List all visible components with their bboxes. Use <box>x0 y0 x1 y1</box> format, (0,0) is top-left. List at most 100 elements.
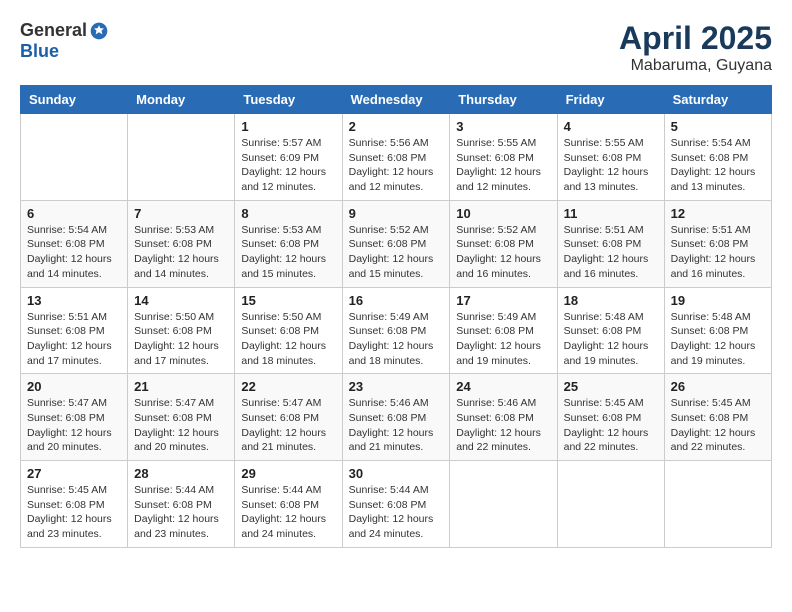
calendar-cell: 9Sunrise: 5:52 AM Sunset: 6:08 PM Daylig… <box>342 200 450 287</box>
day-number: 20 <box>27 379 121 394</box>
calendar-cell: 21 Sunrise: 5:47 AM Sunset: 6:08 PM Dayli… <box>128 374 235 461</box>
day-info: Sunrise: 5:51 AM Sunset: 6:08 PM Dayligh… <box>564 223 658 282</box>
day-info: Sunrise: 5:52 AM Sunset: 6:08 PM Dayligh… <box>349 223 444 282</box>
day-number: 30 <box>349 466 444 481</box>
calendar-cell <box>128 114 235 201</box>
day-info: Sunrise: 5:47 AM Sunset: 6:08 PM Dayligh… <box>27 396 121 455</box>
day-info: Sunrise: 5:46 AM Sunset: 6:08 PM Dayligh… <box>456 396 550 455</box>
day-info: Sunrise: 5:44 AM Sunset: 6:08 PM Dayligh… <box>241 483 335 542</box>
day-number: 1 <box>241 119 335 134</box>
weekday-header-friday: Friday <box>557 86 664 114</box>
day-info: Sunrise: 5:44 AM Sunset: 6:08 PM Dayligh… <box>134 483 228 542</box>
day-number: 3 <box>456 119 550 134</box>
calendar-cell: 30 Sunrise: 5:44 AM Sunset: 6:08 PM Dayli… <box>342 461 450 548</box>
day-info: Sunrise: 5:49 AM Sunset: 6:08 PM Dayligh… <box>456 310 550 369</box>
day-info: Sunrise: 5:54 AM Sunset: 6:08 PM Dayligh… <box>27 223 121 282</box>
week-row-1: 1 Sunrise: 5:57 AM Sunset: 6:09 PM Daylig… <box>21 114 772 201</box>
day-number: 10 <box>456 206 550 221</box>
day-info: Sunrise: 5:47 AM Sunset: 6:08 PM Dayligh… <box>241 396 335 455</box>
day-number: 26 <box>671 379 765 394</box>
weekday-header-monday: Monday <box>128 86 235 114</box>
location-title: Mabaruma, Guyana <box>619 57 772 75</box>
logo-general: General <box>20 20 87 41</box>
weekday-header-row: SundayMondayTuesdayWednesdayThursdayFrid… <box>21 86 772 114</box>
day-number: 14 <box>134 293 228 308</box>
title-area: April 2025 Mabaruma, Guyana <box>619 20 772 75</box>
day-info: Sunrise: 5:48 AM Sunset: 6:08 PM Dayligh… <box>671 310 765 369</box>
calendar-cell: 20 Sunrise: 5:47 AM Sunset: 6:08 PM Dayli… <box>21 374 128 461</box>
day-number: 5 <box>671 119 765 134</box>
weekday-header-saturday: Saturday <box>664 86 771 114</box>
week-row-2: 6 Sunrise: 5:54 AM Sunset: 6:08 PM Daylig… <box>21 200 772 287</box>
logo-blue: Blue <box>20 41 59 62</box>
day-info: Sunrise: 5:53 AM Sunset: 6:08 PM Dayligh… <box>134 223 228 282</box>
calendar-cell <box>450 461 557 548</box>
calendar-cell: 5 Sunrise: 5:54 AM Sunset: 6:08 PM Daylig… <box>664 114 771 201</box>
day-number: 6 <box>27 206 121 221</box>
month-title: April 2025 <box>619 20 772 57</box>
calendar-cell: 1 Sunrise: 5:57 AM Sunset: 6:09 PM Daylig… <box>235 114 342 201</box>
calendar-cell: 18 Sunrise: 5:48 AM Sunset: 6:08 PM Dayli… <box>557 287 664 374</box>
calendar-cell: 13Sunrise: 5:51 AM Sunset: 6:08 PM Dayli… <box>21 287 128 374</box>
calendar-cell: 22 Sunrise: 5:47 AM Sunset: 6:08 PM Dayli… <box>235 374 342 461</box>
day-info: Sunrise: 5:46 AM Sunset: 6:08 PM Dayligh… <box>349 396 444 455</box>
calendar-cell: 15 Sunrise: 5:50 AM Sunset: 6:08 PM Dayli… <box>235 287 342 374</box>
weekday-header-thursday: Thursday <box>450 86 557 114</box>
calendar-cell: 14 Sunrise: 5:50 AM Sunset: 6:08 PM Dayli… <box>128 287 235 374</box>
day-info: Sunrise: 5:55 AM Sunset: 6:08 PM Dayligh… <box>456 136 550 195</box>
day-info: Sunrise: 5:52 AM Sunset: 6:08 PM Dayligh… <box>456 223 550 282</box>
calendar-cell <box>557 461 664 548</box>
calendar-cell <box>664 461 771 548</box>
calendar-cell: 10 Sunrise: 5:52 AM Sunset: 6:08 PM Dayli… <box>450 200 557 287</box>
calendar-cell: 29 Sunrise: 5:44 AM Sunset: 6:08 PM Dayli… <box>235 461 342 548</box>
day-info: Sunrise: 5:48 AM Sunset: 6:08 PM Dayligh… <box>564 310 658 369</box>
calendar-cell: 4Sunrise: 5:55 AM Sunset: 6:08 PM Daylig… <box>557 114 664 201</box>
day-number: 2 <box>349 119 444 134</box>
day-number: 24 <box>456 379 550 394</box>
day-number: 12 <box>671 206 765 221</box>
day-number: 15 <box>241 293 335 308</box>
calendar-cell: 6 Sunrise: 5:54 AM Sunset: 6:08 PM Daylig… <box>21 200 128 287</box>
day-number: 27 <box>27 466 121 481</box>
day-number: 21 <box>134 379 228 394</box>
day-number: 19 <box>671 293 765 308</box>
day-number: 28 <box>134 466 228 481</box>
weekday-header-sunday: Sunday <box>21 86 128 114</box>
day-number: 25 <box>564 379 658 394</box>
day-number: 8 <box>241 206 335 221</box>
logo: General Blue <box>20 20 109 62</box>
week-row-3: 13Sunrise: 5:51 AM Sunset: 6:08 PM Dayli… <box>21 287 772 374</box>
logo-icon <box>89 21 109 41</box>
day-info: Sunrise: 5:47 AM Sunset: 6:08 PM Dayligh… <box>134 396 228 455</box>
calendar-cell: 27 Sunrise: 5:45 AM Sunset: 6:08 PM Dayli… <box>21 461 128 548</box>
calendar-cell: 17 Sunrise: 5:49 AM Sunset: 6:08 PM Dayli… <box>450 287 557 374</box>
calendar-cell: 2 Sunrise: 5:56 AM Sunset: 6:08 PM Daylig… <box>342 114 450 201</box>
day-number: 18 <box>564 293 658 308</box>
day-info: Sunrise: 5:54 AM Sunset: 6:08 PM Dayligh… <box>671 136 765 195</box>
calendar-cell: 8 Sunrise: 5:53 AM Sunset: 6:08 PM Daylig… <box>235 200 342 287</box>
day-number: 22 <box>241 379 335 394</box>
day-info: Sunrise: 5:53 AM Sunset: 6:08 PM Dayligh… <box>241 223 335 282</box>
day-number: 13 <box>27 293 121 308</box>
calendar-cell: 19 Sunrise: 5:48 AM Sunset: 6:08 PM Dayli… <box>664 287 771 374</box>
day-number: 7 <box>134 206 228 221</box>
week-row-4: 20 Sunrise: 5:47 AM Sunset: 6:08 PM Dayli… <box>21 374 772 461</box>
day-info: Sunrise: 5:49 AM Sunset: 6:08 PM Dayligh… <box>349 310 444 369</box>
calendar-table: SundayMondayTuesdayWednesdayThursdayFrid… <box>20 85 772 548</box>
week-row-5: 27 Sunrise: 5:45 AM Sunset: 6:08 PM Dayli… <box>21 461 772 548</box>
day-info: Sunrise: 5:45 AM Sunset: 6:08 PM Dayligh… <box>564 396 658 455</box>
day-info: Sunrise: 5:56 AM Sunset: 6:08 PM Dayligh… <box>349 136 444 195</box>
day-info: Sunrise: 5:50 AM Sunset: 6:08 PM Dayligh… <box>241 310 335 369</box>
calendar-cell: 23Sunrise: 5:46 AM Sunset: 6:08 PM Dayli… <box>342 374 450 461</box>
day-info: Sunrise: 5:44 AM Sunset: 6:08 PM Dayligh… <box>349 483 444 542</box>
calendar-cell: 28 Sunrise: 5:44 AM Sunset: 6:08 PM Dayli… <box>128 461 235 548</box>
day-number: 11 <box>564 206 658 221</box>
calendar-cell: 16Sunrise: 5:49 AM Sunset: 6:08 PM Dayli… <box>342 287 450 374</box>
day-number: 17 <box>456 293 550 308</box>
day-info: Sunrise: 5:50 AM Sunset: 6:08 PM Dayligh… <box>134 310 228 369</box>
day-number: 29 <box>241 466 335 481</box>
weekday-header-wednesday: Wednesday <box>342 86 450 114</box>
day-info: Sunrise: 5:57 AM Sunset: 6:09 PM Dayligh… <box>241 136 335 195</box>
day-info: Sunrise: 5:45 AM Sunset: 6:08 PM Dayligh… <box>27 483 121 542</box>
day-info: Sunrise: 5:45 AM Sunset: 6:08 PM Dayligh… <box>671 396 765 455</box>
